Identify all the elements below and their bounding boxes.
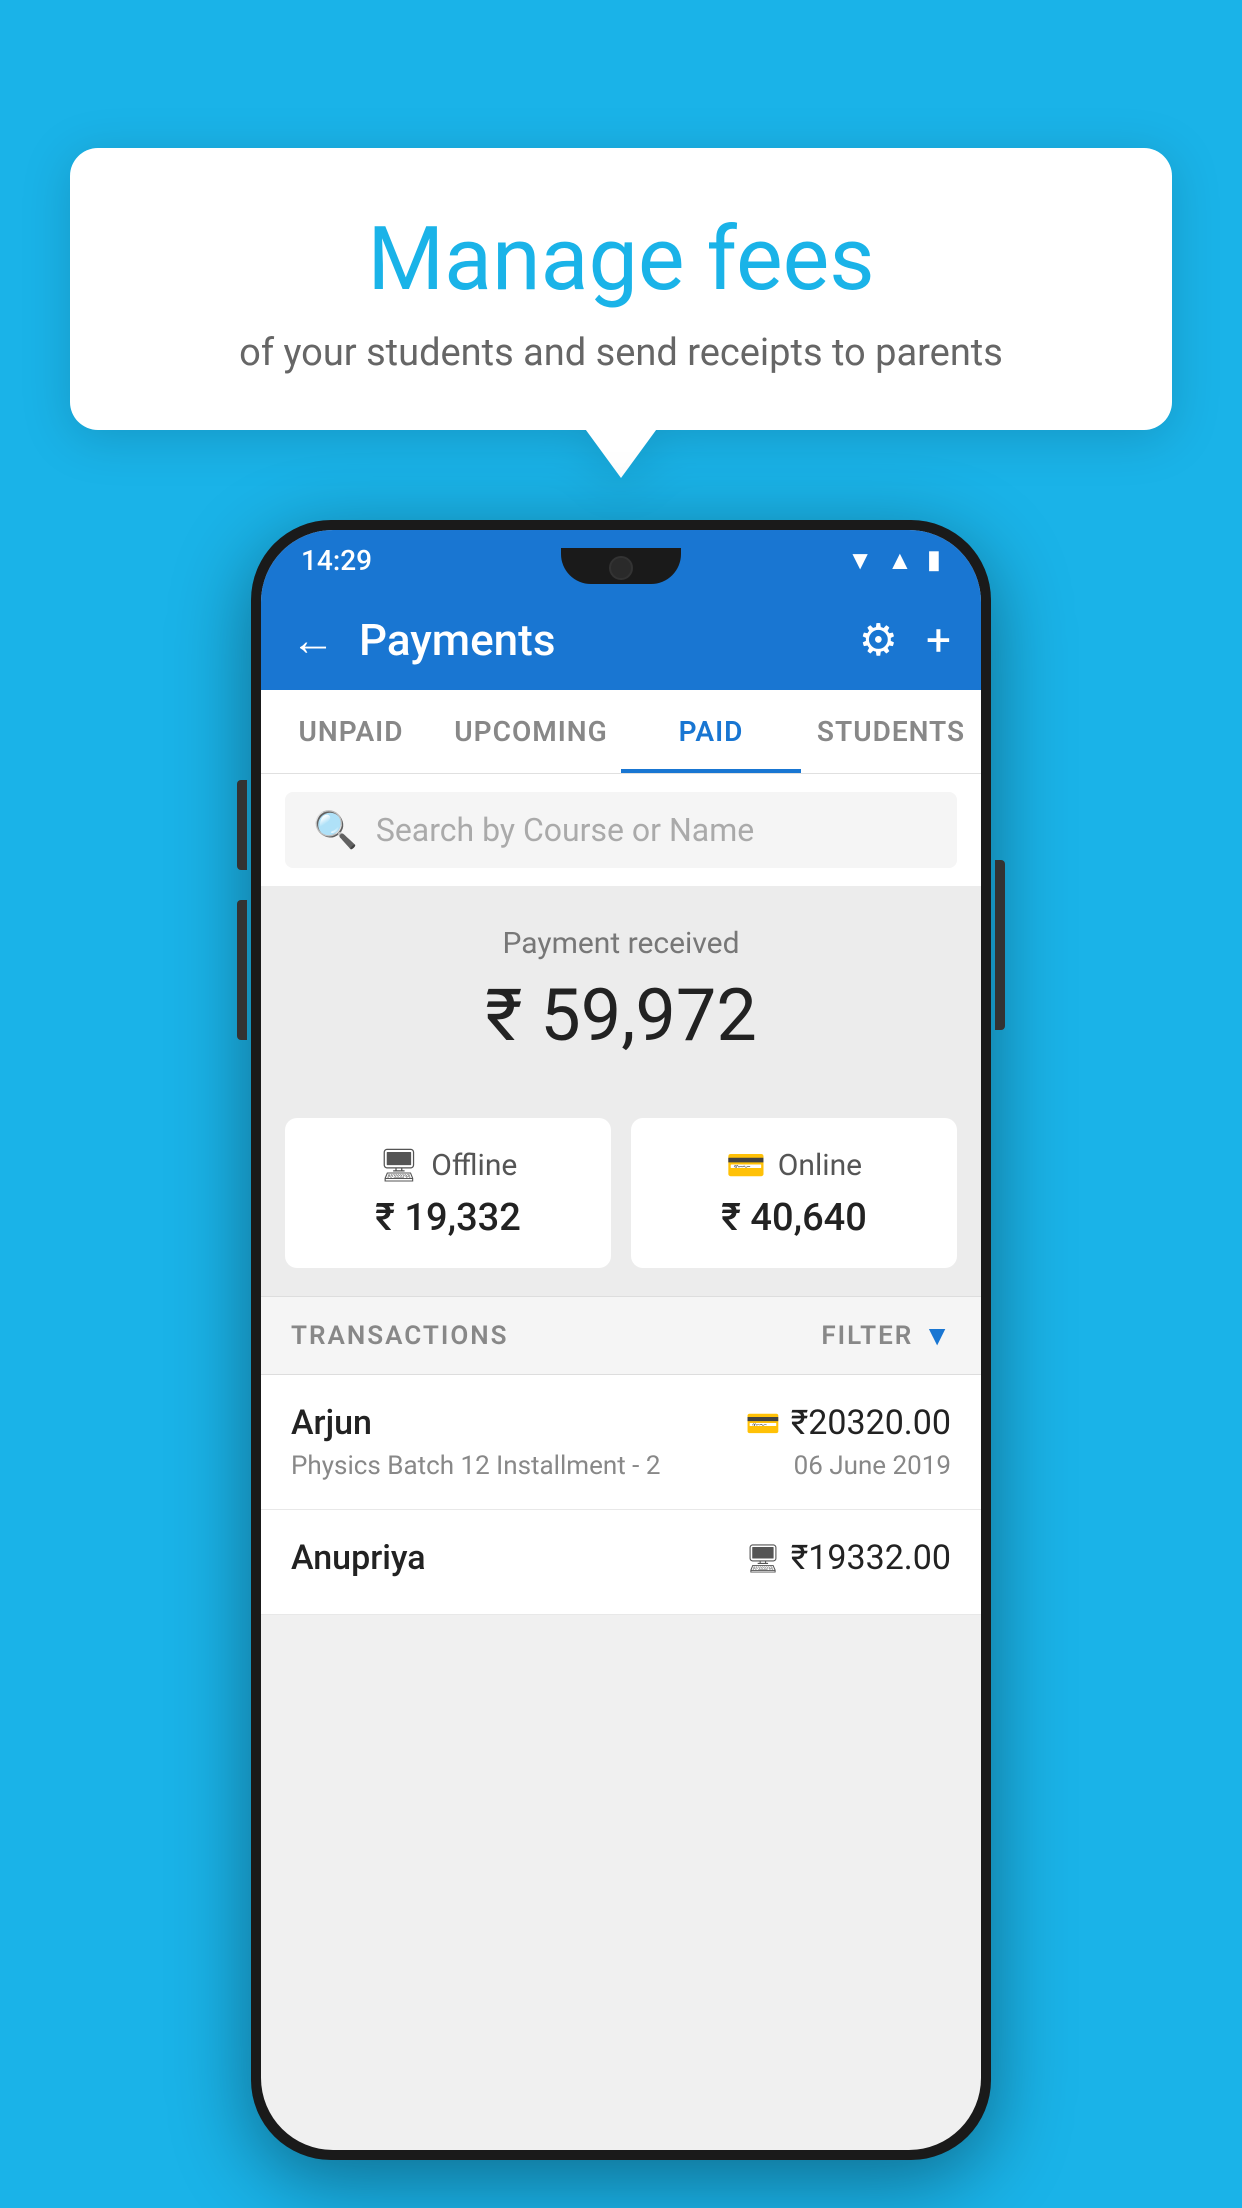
- tabs-bar: UNPAID UPCOMING PAID STUDENTS: [261, 690, 981, 774]
- app-title: Payments: [359, 614, 835, 666]
- offline-icon: 🖥: [379, 1146, 420, 1184]
- app-bar: ← Payments ⚙ +: [261, 590, 981, 690]
- transaction-amount-wrap: 💳 ₹20320.00: [746, 1403, 951, 1443]
- phone-frame: 14:29 ▼ ▲ ▮ ← Payments ⚙ + UNPAID UPCOMI…: [251, 520, 991, 2160]
- phone-screen: 14:29 ▼ ▲ ▮ ← Payments ⚙ + UNPAID UPCOMI…: [261, 530, 981, 2150]
- app-bar-actions: ⚙ +: [859, 614, 951, 666]
- phone-notch: [561, 548, 681, 584]
- filter-label: FILTER: [821, 1321, 913, 1351]
- transaction-name: Arjun: [291, 1403, 372, 1443]
- transaction-row-2[interactable]: Anupriya 🖥 ₹19332.00: [261, 1510, 981, 1615]
- online-label: Online: [778, 1148, 862, 1183]
- tab-students[interactable]: STUDENTS: [801, 690, 981, 773]
- filter-button[interactable]: FILTER ▼: [821, 1319, 951, 1352]
- online-icon: 💳: [726, 1146, 766, 1184]
- bubble-title: Manage fees: [120, 208, 1122, 311]
- offline-payment-card: 🖥 Offline ₹ 19,332: [285, 1118, 611, 1268]
- tab-upcoming[interactable]: UPCOMING: [441, 690, 621, 773]
- search-bar[interactable]: 🔍 Search by Course or Name: [285, 792, 957, 868]
- transactions-label: TRANSACTIONS: [291, 1321, 509, 1351]
- transaction-course: Physics Batch 12 Installment - 2: [291, 1451, 660, 1481]
- tab-unpaid[interactable]: UNPAID: [261, 690, 441, 773]
- speech-bubble: Manage fees of your students and send re…: [70, 148, 1172, 430]
- settings-icon[interactable]: ⚙: [859, 614, 898, 666]
- payment-cards: 🖥 Offline ₹ 19,332 💳 Online ₹ 40,640: [261, 1094, 981, 1296]
- phone-side-btn-power: [995, 860, 1005, 1030]
- transaction-amount-2: ₹19332.00: [791, 1538, 951, 1578]
- phone-side-btn-volume-up: [237, 780, 247, 870]
- transaction-row[interactable]: Arjun 💳 ₹20320.00 Physics Batch 12 Insta…: [261, 1375, 981, 1510]
- transaction-date: 06 June 2019: [794, 1451, 951, 1481]
- online-card-header: 💳 Online: [655, 1146, 933, 1184]
- payment-amount: ₹ 59,972: [291, 973, 951, 1058]
- signal-icon: ▲: [887, 545, 913, 576]
- add-button[interactable]: +: [926, 614, 951, 666]
- tab-paid[interactable]: PAID: [621, 690, 801, 773]
- transaction-name-2: Anupriya: [291, 1538, 426, 1578]
- wifi-icon: ▼: [847, 545, 873, 576]
- status-time: 14:29: [301, 544, 372, 577]
- battery-icon: ▮: [927, 545, 941, 575]
- transactions-header: TRANSACTIONS FILTER ▼: [261, 1296, 981, 1375]
- transaction-top: Arjun 💳 ₹20320.00: [291, 1403, 951, 1443]
- search-bar-container: 🔍 Search by Course or Name: [261, 774, 981, 886]
- offline-label: Offline: [431, 1148, 517, 1183]
- filter-icon: ▼: [923, 1319, 951, 1352]
- offline-card-header: 🖥 Offline: [309, 1146, 587, 1184]
- search-icon: 🔍: [313, 809, 358, 851]
- bubble-subtitle: of your students and send receipts to pa…: [120, 331, 1122, 375]
- cash-payment-icon: 🖥: [745, 1542, 781, 1575]
- card-payment-icon: 💳: [746, 1407, 781, 1440]
- transaction-top-2: Anupriya 🖥 ₹19332.00: [291, 1538, 951, 1578]
- search-input[interactable]: Search by Course or Name: [376, 811, 754, 849]
- offline-amount: ₹ 19,332: [309, 1196, 587, 1240]
- status-icons: ▼ ▲ ▮: [847, 545, 941, 576]
- transaction-amount-wrap-2: 🖥 ₹19332.00: [745, 1538, 951, 1578]
- payment-received-section: Payment received ₹ 59,972: [261, 886, 981, 1094]
- phone-camera: [609, 556, 633, 580]
- phone-side-btn-volume-down: [237, 900, 247, 1040]
- transaction-amount: ₹20320.00: [791, 1403, 951, 1443]
- online-payment-card: 💳 Online ₹ 40,640: [631, 1118, 957, 1268]
- transaction-bottom: Physics Batch 12 Installment - 2 06 June…: [291, 1451, 951, 1481]
- online-amount: ₹ 40,640: [655, 1196, 933, 1240]
- payment-received-label: Payment received: [291, 926, 951, 961]
- back-button[interactable]: ←: [291, 614, 335, 666]
